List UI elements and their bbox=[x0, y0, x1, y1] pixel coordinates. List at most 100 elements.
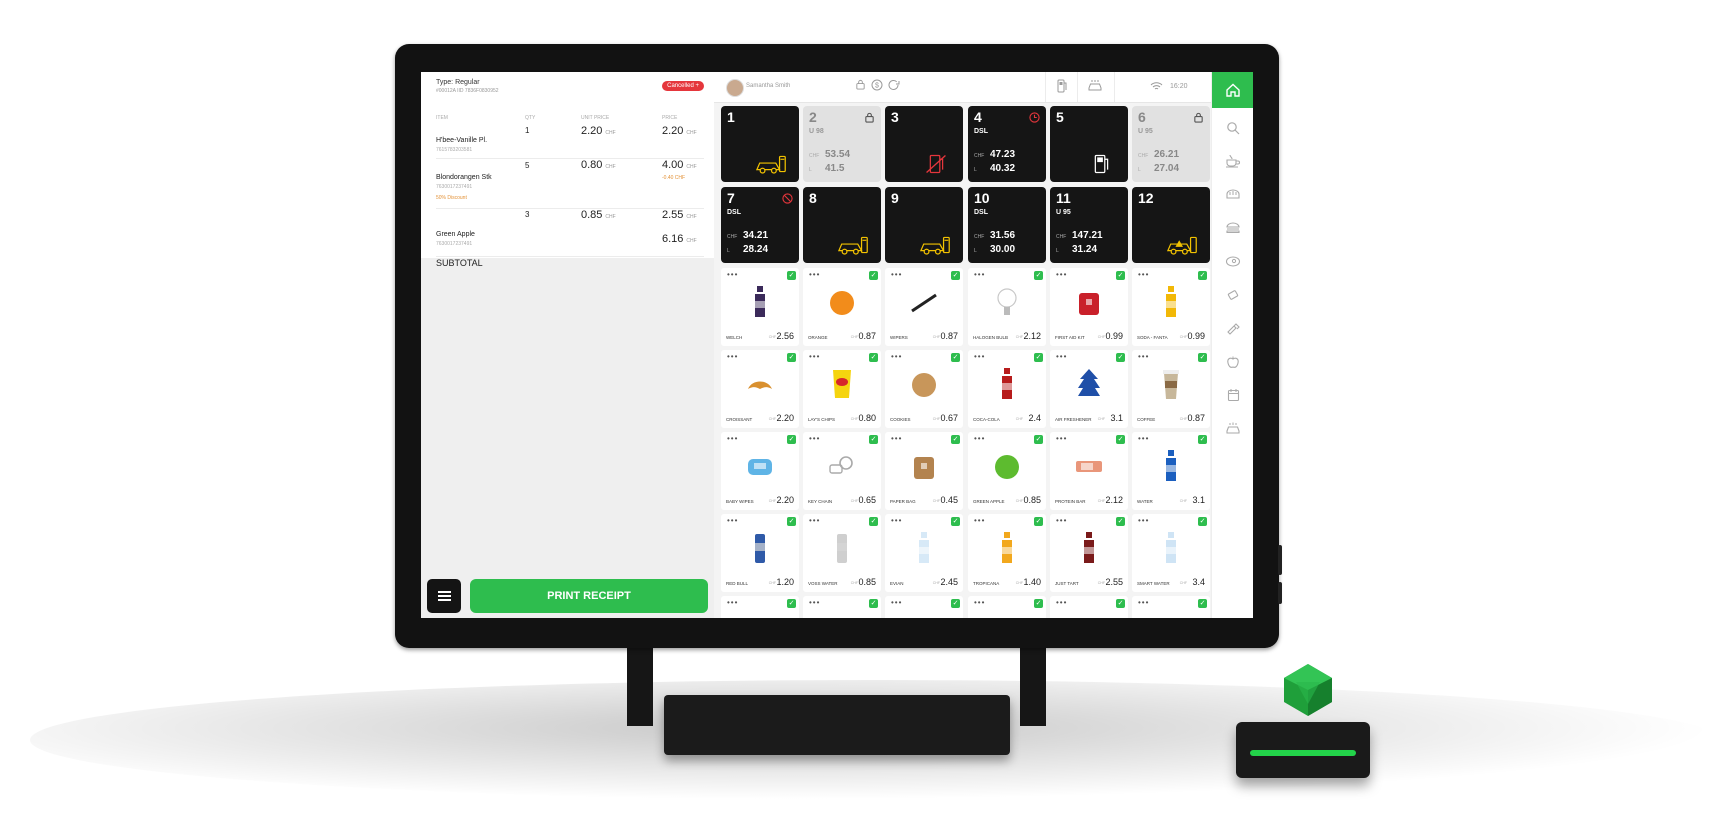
product-tile[interactable]: ••• ✓ SODA - FANTA CHF 0.99 bbox=[1132, 268, 1210, 346]
more-options-icon[interactable]: ••• bbox=[809, 516, 820, 525]
pump-tile-6[interactable]: 6 U 95 CHF L 26.21 27.04 bbox=[1132, 106, 1210, 182]
bread-icon[interactable] bbox=[1225, 188, 1241, 202]
product-tile[interactable]: ••• ✓ bbox=[1050, 596, 1128, 618]
more-options-icon[interactable]: ••• bbox=[1056, 516, 1067, 525]
order-row[interactable]: 3 0.85 CHF 2.55 CHF Green Apple 7630017237… bbox=[421, 206, 714, 256]
ice-cream-icon[interactable] bbox=[1225, 321, 1241, 335]
pump-tile-12[interactable]: 12 bbox=[1132, 187, 1210, 263]
product-tile[interactable]: ••• ✓ PAPER BAG CHF 0.45 bbox=[885, 432, 963, 510]
refresh-coin-icon[interactable] bbox=[888, 79, 902, 94]
pump-tile-9[interactable]: 9 bbox=[885, 187, 963, 263]
candy-icon[interactable] bbox=[1225, 288, 1241, 302]
product-tile[interactable]: ••• ✓ TROPICANA CHF 1.40 bbox=[968, 514, 1046, 592]
product-tile[interactable]: ••• ✓ bbox=[885, 596, 963, 618]
more-options-icon[interactable]: ••• bbox=[1056, 598, 1067, 607]
apple-icon[interactable] bbox=[1225, 355, 1241, 369]
product-tile[interactable]: ••• ✓ WIPERS CHF 0.87 bbox=[885, 268, 963, 346]
product-tile[interactable]: ••• ✓ KEY CHAIN CHF 0.65 bbox=[803, 432, 881, 510]
car-wash-icon[interactable] bbox=[1087, 79, 1103, 94]
home-button[interactable] bbox=[1212, 72, 1253, 108]
product-tile[interactable]: ••• ✓ COCA-COLA CHF 2.4 bbox=[968, 350, 1046, 428]
pump-tile-7[interactable]: 7 DSL CHF L 34.21 28.24 bbox=[721, 187, 799, 263]
pump-tile-1[interactable]: 1 bbox=[721, 106, 799, 182]
more-options-icon[interactable]: ••• bbox=[974, 434, 985, 443]
more-options-icon[interactable]: ••• bbox=[727, 598, 738, 607]
pump-tile-2[interactable]: 2 U 98 CHF L 53.54 41.5 bbox=[803, 106, 881, 182]
product-tile[interactable]: ••• ✓ VOSS WATER CHF 0.85 bbox=[803, 514, 881, 592]
more-options-icon[interactable]: ••• bbox=[974, 516, 985, 525]
more-options-icon[interactable]: ••• bbox=[974, 352, 985, 361]
pump-tile-10[interactable]: 10 DSL CHF L 31.56 30.00 bbox=[968, 187, 1046, 263]
more-options-icon[interactable]: ••• bbox=[891, 598, 902, 607]
order-row[interactable]: Blondorangen Stk 7630017237491 50% Disco… bbox=[421, 154, 714, 206]
more-options-icon[interactable]: ••• bbox=[1056, 270, 1067, 279]
product-tile[interactable]: ••• ✓ bbox=[721, 596, 799, 618]
product-tile[interactable]: ••• ✓ GREEN APPLE CHF 0.85 bbox=[968, 432, 1046, 510]
more-options-icon[interactable]: ••• bbox=[727, 434, 738, 443]
product-tile[interactable]: ••• ✓ CROISSANT CHF 2.20 bbox=[721, 350, 799, 428]
avatar[interactable] bbox=[726, 79, 744, 97]
product-tile[interactable]: ••• ✓ EVIAN CHF 2.45 bbox=[885, 514, 963, 592]
product-tile[interactable]: ••• ✓ WELCH CHF 2.56 bbox=[721, 268, 799, 346]
more-options-icon[interactable]: ••• bbox=[809, 434, 820, 443]
product-tile[interactable]: ••• ✓ ORANGE CHF 0.87 bbox=[803, 268, 881, 346]
coffee-cup-icon[interactable] bbox=[1225, 154, 1241, 168]
more-options-icon[interactable]: ••• bbox=[727, 352, 738, 361]
order-row[interactable]: H'bee-Vanille Pl. 7615783203581 1 2.20 CH… bbox=[421, 120, 714, 156]
more-options-icon[interactable]: ••• bbox=[1138, 352, 1149, 361]
product-tile[interactable]: ••• ✓ JUST TART CHF 2.55 bbox=[1050, 514, 1128, 592]
print-receipt-button[interactable]: PRINT RECEIPT bbox=[470, 579, 708, 613]
more-options-icon[interactable]: ••• bbox=[1056, 352, 1067, 361]
pump-tile-8[interactable]: 8 bbox=[803, 187, 881, 263]
car-wash-icon[interactable] bbox=[1225, 421, 1241, 435]
menu-button[interactable] bbox=[427, 579, 461, 613]
more-options-icon[interactable]: ••• bbox=[891, 270, 902, 279]
product-tile[interactable]: ••• ✓ bbox=[968, 596, 1046, 618]
meat-icon[interactable] bbox=[1225, 255, 1241, 269]
fuel-pump-icon[interactable] bbox=[1057, 79, 1067, 96]
more-options-icon[interactable]: ••• bbox=[809, 598, 820, 607]
pump-tile-3[interactable]: 3 bbox=[885, 106, 963, 182]
burger-icon[interactable] bbox=[1225, 222, 1241, 236]
more-options-icon[interactable]: ••• bbox=[1056, 434, 1067, 443]
more-options-icon[interactable]: ••• bbox=[974, 270, 985, 279]
calendar-icon[interactable] bbox=[1225, 388, 1241, 402]
more-options-icon[interactable]: ••• bbox=[1138, 598, 1149, 607]
more-options-icon[interactable]: ••• bbox=[809, 352, 820, 361]
product-tile[interactable]: ••• ✓ bbox=[803, 596, 881, 618]
status-badge[interactable]: Cancelled + bbox=[662, 81, 704, 91]
product-tile[interactable]: ••• ✓ FIRST AID KIT CHF 0.99 bbox=[1050, 268, 1128, 346]
product-image bbox=[1075, 531, 1103, 565]
more-options-icon[interactable]: ••• bbox=[1138, 516, 1149, 525]
more-options-icon[interactable]: ••• bbox=[727, 516, 738, 525]
more-options-icon[interactable]: ••• bbox=[891, 516, 902, 525]
pump-tile-11[interactable]: 11 U 95 CHF L 147.21 31.24 bbox=[1050, 187, 1128, 263]
pump-tile-5[interactable]: 5 bbox=[1050, 106, 1128, 182]
more-options-icon[interactable]: ••• bbox=[891, 434, 902, 443]
more-options-icon[interactable]: ••• bbox=[727, 270, 738, 279]
fuel-pump-icon bbox=[1084, 153, 1118, 175]
product-tile[interactable]: ••• ✓ LAY'S CHIPS CHF 0.80 bbox=[803, 350, 881, 428]
search-icon[interactable] bbox=[1225, 121, 1241, 135]
pump-tile-4[interactable]: 4 DSL CHF L 47.23 40.32 bbox=[968, 106, 1046, 182]
more-options-icon[interactable]: ••• bbox=[1138, 434, 1149, 443]
product-tile[interactable]: ••• ✓ COFFEE CHF 0.87 bbox=[1132, 350, 1210, 428]
product-tile[interactable]: ••• ✓ BABY WIPES CHF 2.20 bbox=[721, 432, 799, 510]
check-icon: ✓ bbox=[1198, 435, 1207, 444]
product-tile[interactable]: ••• ✓ AIR FRESHENER CHF 3.1 bbox=[1050, 350, 1128, 428]
product-tile[interactable]: ••• ✓ SMART WATER CHF 3.4 bbox=[1132, 514, 1210, 592]
product-tile[interactable]: ••• ✓ PROTEIN BAR CHF 2.12 bbox=[1050, 432, 1128, 510]
more-options-icon[interactable]: ••• bbox=[891, 352, 902, 361]
more-options-icon[interactable]: ••• bbox=[1138, 270, 1149, 279]
order-id: #00012A IID 7836F0830952 bbox=[436, 88, 499, 94]
product-tile[interactable]: ••• ✓ HALOGEN BULB CHF 2.12 bbox=[968, 268, 1046, 346]
product-currency: CHF bbox=[1179, 417, 1187, 421]
lock-icon[interactable] bbox=[855, 79, 866, 93]
product-tile[interactable]: ••• ✓ bbox=[1132, 596, 1210, 618]
more-options-icon[interactable]: ••• bbox=[809, 270, 820, 279]
product-tile[interactable]: ••• ✓ COOKIES CHF 0.67 bbox=[885, 350, 963, 428]
coin-icon[interactable]: $ bbox=[871, 79, 883, 94]
product-tile[interactable]: ••• ✓ WATER CHF 3.1 bbox=[1132, 432, 1210, 510]
product-tile[interactable]: ••• ✓ RED BULL CHF 1.20 bbox=[721, 514, 799, 592]
more-options-icon[interactable]: ••• bbox=[974, 598, 985, 607]
